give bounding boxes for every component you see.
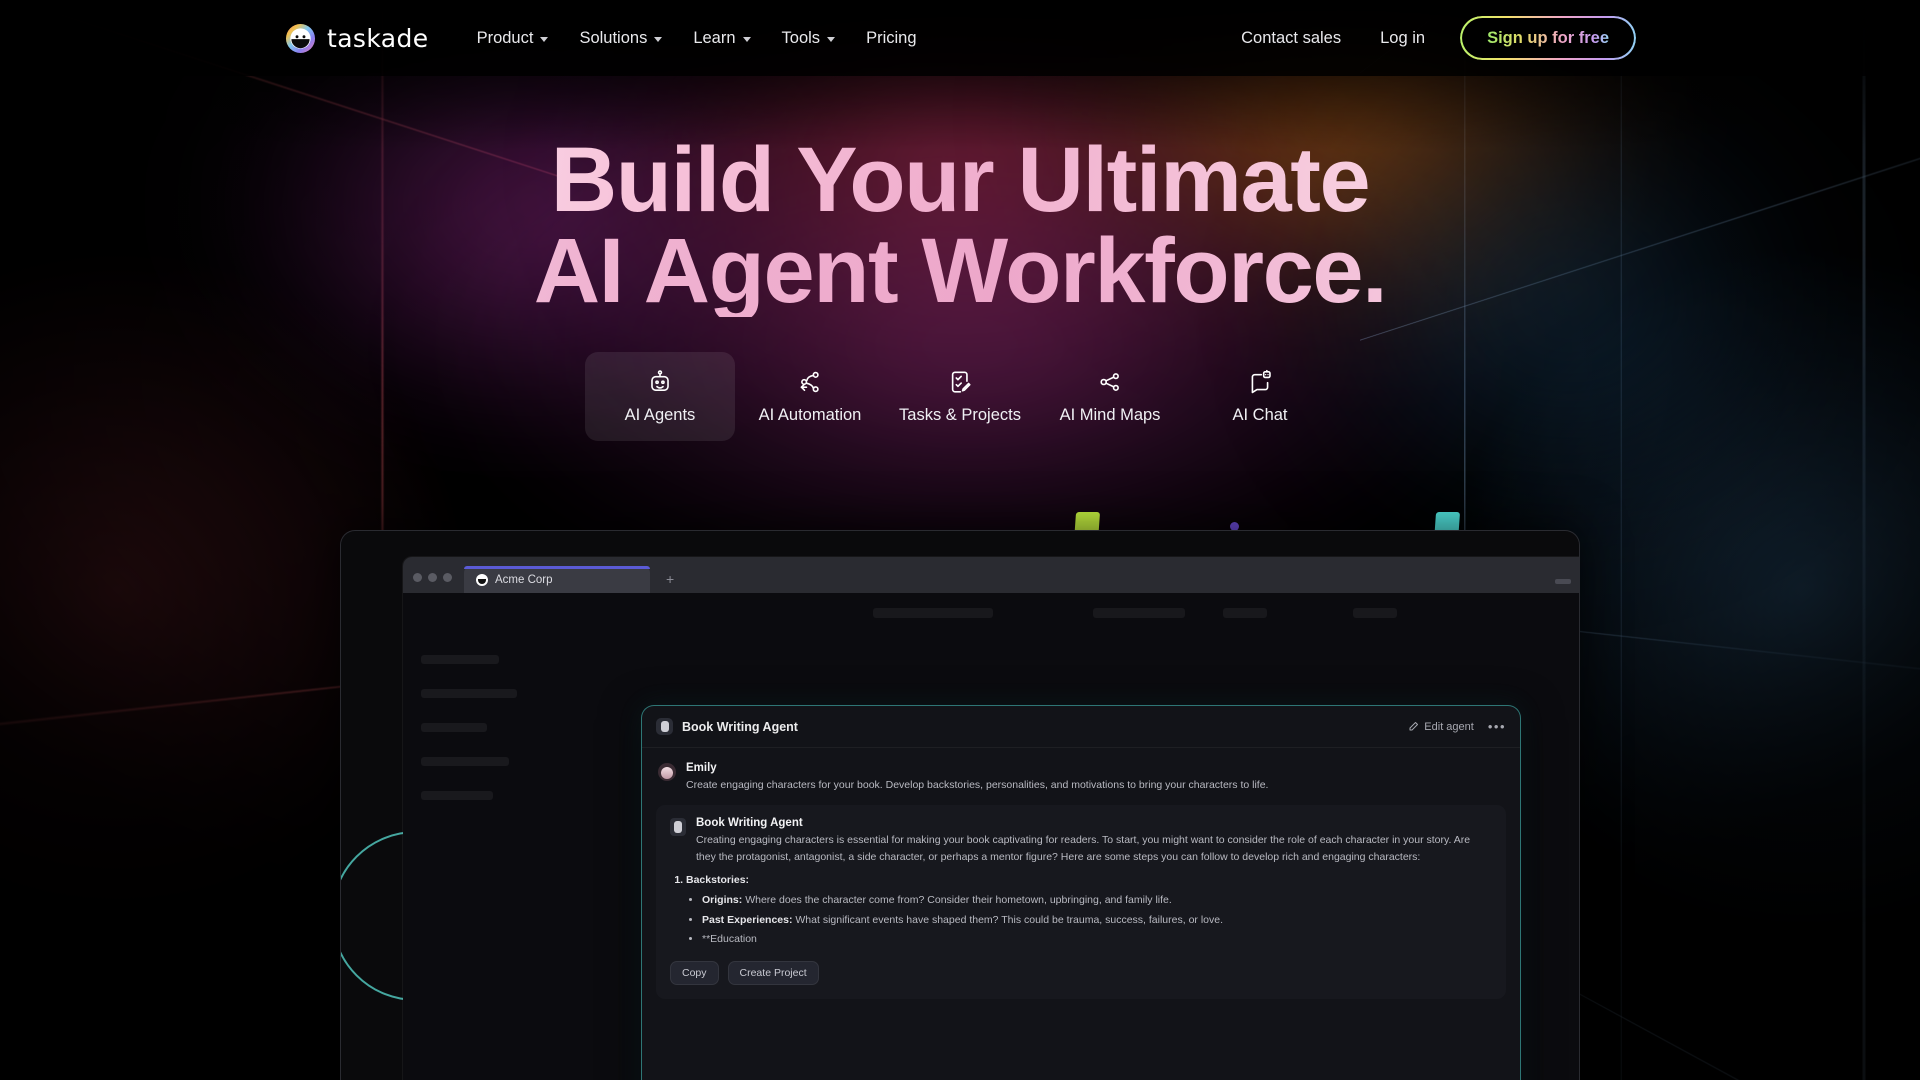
bullet-past-experiences-text: What significant events have shaped them… (795, 913, 1223, 926)
taskade-smiley-logo-icon (285, 23, 316, 54)
list-item-heading: Backstories: (686, 873, 750, 886)
sign-up-button[interactable]: Sign up for free (1461, 17, 1635, 60)
agent-panel-actions: Edit agent ••• (1407, 719, 1506, 734)
browser-tab-title: Acme Corp (495, 573, 553, 586)
hero-feature-tabs: AI Agents AI Automation Tasks & Projects… (0, 352, 1920, 442)
taskade-favicon-icon (476, 573, 488, 586)
agent-avatar (670, 818, 686, 837)
sign-up-label: Sign up for free (1487, 28, 1609, 47)
agent-message-author: Book Writing Agent (696, 817, 803, 830)
agent-chat-panel: Book Writing Agent Edit agent ••• Emily … (641, 705, 1521, 1080)
robot-icon (647, 369, 673, 395)
agent-message-actions: Copy Create Project (670, 961, 1492, 986)
create-project-button[interactable]: Create Project (727, 961, 819, 986)
tab-label-ai-automation: AI Automation (758, 406, 862, 425)
tab-tasks-projects[interactable]: Tasks & Projects (885, 352, 1035, 441)
browser-window: Acme Corp + Book Writing Agent Edit agen… (403, 557, 1579, 1080)
nav-label-tools: Tools (781, 28, 821, 47)
workflow-icon (797, 369, 823, 395)
navbar-right-group: Contact sales Log in Sign up for free (1226, 17, 1635, 60)
navbar-left-group: taskade Product Solutions Learn Tools Pr… (285, 20, 932, 57)
pencil-icon (1409, 721, 1419, 730)
tab-ai-agents[interactable]: AI Agents (585, 352, 735, 442)
browser-tab-acme-corp[interactable]: Acme Corp (464, 566, 650, 593)
tab-ai-automation[interactable]: AI Automation (735, 352, 885, 441)
nav-label-product: Product (476, 28, 534, 47)
brand-logo-link[interactable]: taskade (285, 23, 429, 54)
more-options-icon[interactable]: ••• (1488, 719, 1506, 734)
bullet-origins: Origins: Where does the character come f… (702, 892, 1492, 909)
user-message-author: Emily (686, 762, 717, 774)
tab-label-ai-agents: AI Agents (624, 406, 696, 425)
window-traffic-lights[interactable] (413, 573, 452, 593)
tab-label-tasks-projects: Tasks & Projects (899, 406, 1021, 425)
tab-label-ai-chat: AI Chat (1232, 406, 1288, 425)
bullet-origins-text: Where does the character come from? Cons… (745, 893, 1172, 906)
list-item: Backstories: Origins: Where does the cha… (686, 874, 1492, 948)
page-title: Build Your Ultimate AI Agent Workforce. (0, 134, 1920, 317)
nav-label-pricing: Pricing (866, 28, 917, 47)
agent-avatar-icon (656, 718, 673, 735)
agent-message-paragraph: Creating engaging characters is essentia… (696, 834, 1471, 863)
contact-sales-link[interactable]: Contact sales (1226, 20, 1356, 57)
log-in-label: Log in (1380, 28, 1426, 47)
user-message-text: Create engaging characters for your book… (686, 779, 1269, 791)
nav-label-solutions: Solutions (579, 28, 648, 47)
bullet-education: **Education (702, 931, 1492, 948)
chevron-down-icon (827, 36, 836, 42)
edit-agent-label: Edit agent (1424, 720, 1474, 733)
agent-message: Book Writing Agent Creating engaging cha… (656, 805, 1506, 1000)
laptop-frame: Acme Corp + Book Writing Agent Edit agen… (340, 530, 1580, 1080)
bullet-past-experiences: Past Experiences: What significant event… (702, 912, 1492, 929)
product-screenshot: Acme Corp + Book Writing Agent Edit agen… (340, 512, 1580, 1080)
nav-item-tools[interactable]: Tools (767, 20, 851, 57)
nav-item-solutions[interactable]: Solutions (564, 20, 677, 57)
headline-line-1: Build Your Ultimate (0, 134, 1920, 226)
agent-panel-header: Book Writing Agent Edit agent ••• (642, 706, 1520, 748)
top-navbar: taskade Product Solutions Learn Tools Pr… (0, 0, 1920, 76)
log-in-link[interactable]: Log in (1365, 20, 1440, 57)
headline-line-2: AI Agent Workforce. (0, 225, 1920, 317)
chat-bot-icon (1247, 369, 1273, 395)
edit-agent-button[interactable]: Edit agent (1407, 721, 1474, 733)
agent-panel-title: Book Writing Agent (682, 719, 798, 734)
nav-label-learn: Learn (693, 28, 736, 47)
brand-wordmark: taskade (327, 23, 429, 53)
tab-label-ai-mind-maps: AI Mind Maps (1059, 406, 1161, 425)
user-message: Emily Create engaging characters for you… (642, 748, 1520, 795)
browser-chrome-bar: Acme Corp + (403, 557, 1579, 593)
bullet-past-experiences-label: Past Experiences: (702, 913, 793, 926)
chevron-down-icon (540, 36, 549, 42)
tab-ai-chat[interactable]: AI Chat (1185, 352, 1335, 441)
bullet-origins-label: Origins: (702, 893, 743, 906)
contact-sales-label: Contact sales (1241, 28, 1342, 47)
bullet-education-label: **Education (702, 933, 757, 946)
chevron-down-icon (654, 36, 663, 42)
nav-item-learn[interactable]: Learn (678, 20, 765, 57)
user-avatar (658, 763, 676, 781)
nav-item-pricing[interactable]: Pricing (851, 20, 931, 57)
copy-button[interactable]: Copy (670, 961, 719, 986)
tab-ai-mind-maps[interactable]: AI Mind Maps (1035, 352, 1185, 441)
browser-menu-icon[interactable] (1555, 579, 1571, 584)
new-tab-button[interactable]: + (666, 571, 674, 587)
app-viewport: Book Writing Agent Edit agent ••• Emily … (403, 593, 1579, 1080)
app-sidebar (403, 633, 551, 1080)
list-item-bullets: Origins: Where does the character come f… (702, 892, 1492, 948)
share-nodes-icon (1097, 369, 1123, 395)
chevron-down-icon (742, 36, 751, 42)
checklist-pencil-icon (947, 369, 973, 395)
agent-message-list: Backstories: Origins: Where does the cha… (686, 874, 1492, 948)
primary-nav: Product Solutions Learn Tools Pricing (462, 20, 932, 57)
app-toolbar (403, 593, 1579, 633)
nav-item-product[interactable]: Product (462, 20, 564, 57)
